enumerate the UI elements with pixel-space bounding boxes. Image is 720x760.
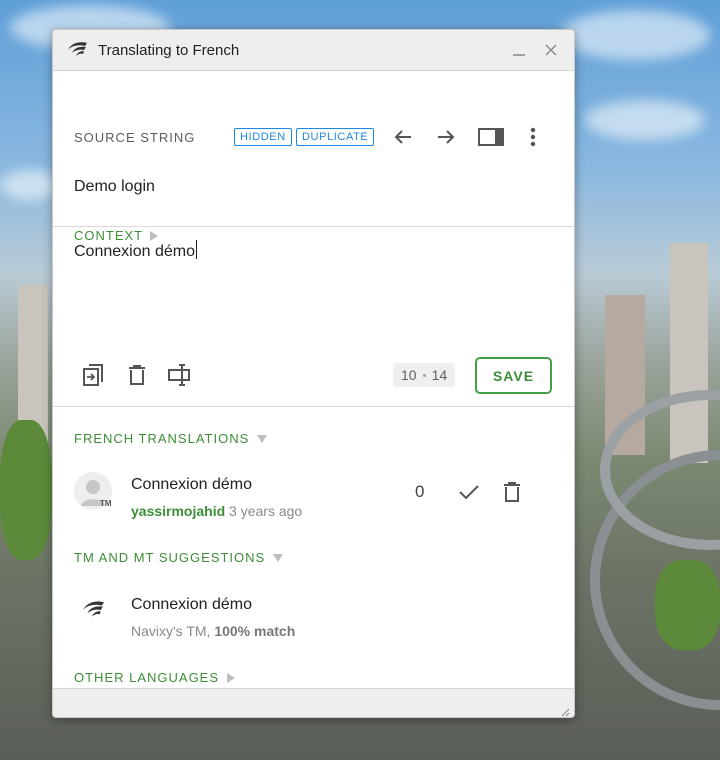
expand-down-icon	[273, 554, 283, 562]
suggestion-text[interactable]: Connexion démo	[131, 596, 252, 614]
hidden-badge: HIDDEN	[234, 128, 292, 146]
save-button[interactable]: SAVE	[475, 357, 552, 394]
delete-icon[interactable]	[124, 362, 150, 388]
french-translations-toggle[interactable]: FRENCH TRANSLATIONS	[74, 431, 267, 446]
crowdin-logo-icon	[79, 599, 107, 621]
delete-icon[interactable]	[499, 479, 525, 505]
close-icon[interactable]	[540, 39, 562, 61]
check-icon[interactable]	[456, 479, 482, 505]
text-cursor-icon[interactable]	[167, 362, 193, 388]
split-view-icon[interactable]	[476, 123, 506, 151]
source-section: SOURCE STRING HIDDEN DUPLICATE Demo logi…	[53, 71, 574, 227]
french-translations-label: FRENCH TRANSLATIONS	[74, 431, 249, 446]
tm-mt-suggestions-toggle[interactable]: TM AND MT SUGGESTIONS	[74, 550, 283, 565]
expand-right-icon	[227, 673, 235, 683]
arrow-left-icon[interactable]	[389, 123, 417, 151]
translation-age: 3 years ago	[229, 503, 302, 519]
counter-translation-length: 10	[401, 367, 417, 383]
source-string-label: SOURCE STRING	[74, 130, 195, 145]
text-caret	[196, 240, 197, 259]
window-title: Translating to French	[98, 42, 498, 59]
translation-author[interactable]: yassirmojahid	[131, 503, 225, 519]
translation-text: Connexion démo	[131, 476, 252, 494]
length-counter: 10 14	[393, 363, 455, 387]
translation-input-value[interactable]: Connexion démo	[74, 243, 195, 260]
translation-editor[interactable]: Connexion démo 10 14 SAVE	[53, 227, 574, 407]
status-bar	[53, 688, 574, 717]
copy-source-icon[interactable]	[80, 362, 106, 388]
translation-dialog: Translating to French SOURCE STRING HIDD…	[52, 29, 575, 718]
minimize-icon[interactable]	[508, 39, 530, 61]
expand-down-icon	[257, 435, 267, 443]
suggestion-match: 100% match	[214, 623, 295, 639]
other-languages-label: OTHER LANGUAGES	[74, 670, 219, 685]
tm-badge: TM	[100, 499, 112, 508]
tm-mt-suggestions-label: TM AND MT SUGGESTIONS	[74, 550, 265, 565]
counter-source-length: 14	[432, 367, 448, 383]
source-text: Demo login	[74, 178, 155, 196]
title-bar[interactable]: Translating to French	[53, 30, 574, 71]
duplicate-badge: DUPLICATE	[296, 128, 374, 146]
other-languages-toggle[interactable]: OTHER LANGUAGES	[74, 670, 235, 685]
crowdin-logo-icon	[65, 40, 89, 60]
suggestions-panel: FRENCH TRANSLATIONS TM Connexion démo ya…	[53, 407, 574, 689]
vote-count: 0	[415, 482, 424, 502]
resize-grip-icon[interactable]	[560, 704, 570, 714]
more-vert-icon[interactable]	[519, 123, 547, 151]
suggestion-source: Navixy's TM,	[131, 623, 210, 639]
counter-separator	[423, 374, 426, 377]
arrow-right-icon[interactable]	[432, 123, 460, 151]
